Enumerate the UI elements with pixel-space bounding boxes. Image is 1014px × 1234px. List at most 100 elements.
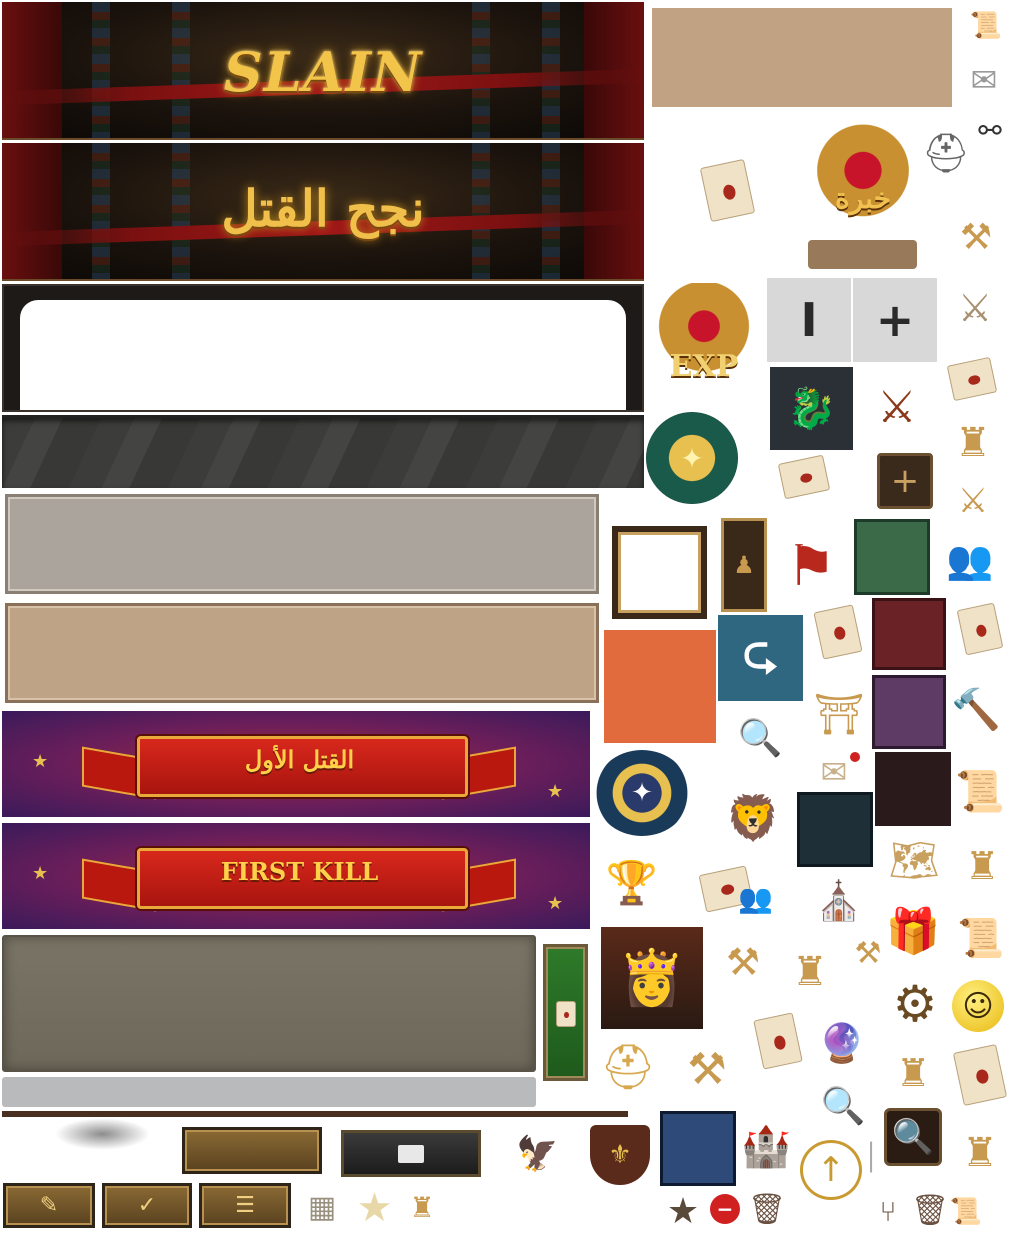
trash-2-icon[interactable]: 🗑: [911, 1190, 949, 1230]
first-kill-banner-ar: ★ ★ القتل الأول: [2, 711, 590, 817]
grey-ornate-panel: [5, 494, 599, 594]
slain-banner-en: SLAIN: [2, 2, 644, 140]
share-icon[interactable]: ⚯: [972, 110, 1008, 150]
exp-shield-badge-icon: EXP: [648, 283, 760, 391]
check-button[interactable]: ✓: [102, 1183, 192, 1228]
edit-button[interactable]: ✎: [3, 1183, 95, 1228]
smiley-icon[interactable]: ☺: [952, 980, 1004, 1032]
catapult-icon: ⚒: [854, 935, 882, 971]
monument-icon: ⛪: [815, 878, 863, 923]
catapult-gem-icon: ⚒: [959, 216, 993, 258]
white-frame-box: [612, 526, 707, 619]
trophy-icon: 🏆: [605, 858, 659, 907]
group-icon: 👥: [946, 537, 994, 582]
tower-gate-icon: ♜: [962, 1130, 998, 1176]
mail-icon: [398, 1144, 424, 1163]
fortress-icon: 🏰: [741, 1123, 791, 1170]
group-badge-icon: 👥: [738, 882, 773, 915]
catapult-purple-orb-icon: 🔮: [818, 1020, 866, 1065]
sealed-letter-icon: [556, 1001, 576, 1027]
gear-icon[interactable]: ⚙: [886, 975, 944, 1033]
edit-icon: ✎: [39, 1193, 59, 1218]
brown-divider: [2, 1111, 628, 1117]
letter-red-gem-icon: [752, 1008, 808, 1080]
orange-swatch: [604, 630, 716, 743]
scroll-seal-icon: 📜: [957, 915, 1005, 960]
temple-icon: ⛩: [813, 691, 865, 738]
no-entry-icon[interactable]: −: [710, 1194, 740, 1224]
gold-star-medal-icon: ✦: [646, 412, 738, 504]
hammer-icon: 🔨: [951, 686, 1001, 733]
sealed-letter-potion-icon: [955, 598, 1007, 668]
star-rating-icon[interactable]: ★: [662, 1190, 704, 1232]
scroll-pin-icon: 📜: [969, 11, 1003, 41]
crossed-swords-icon: ⚔: [957, 286, 993, 330]
group-plaque-icon: ♟: [721, 518, 767, 612]
navy-swatch: [660, 1111, 736, 1186]
branch-share-icon[interactable]: ⑂: [870, 1192, 906, 1230]
armored-warrior-icon: ⚔: [877, 381, 917, 433]
first-kill-title-ar: القتل الأول: [244, 745, 355, 774]
add-button-icon[interactable]: +: [877, 453, 933, 509]
sword-scroll-icon: 📜: [949, 1197, 983, 1227]
griffin-icon: 🦅: [516, 1134, 559, 1174]
upgrade-arrow-icon[interactable]: ↑: [800, 1140, 862, 1200]
minus-tile[interactable]: I: [767, 278, 851, 362]
warrior-woman-portrait-icon: 👸: [601, 927, 703, 1029]
crossed-swords-castle-icon: ⚔: [957, 481, 989, 521]
checklist-button[interactable]: ☰: [199, 1183, 291, 1228]
brown-bar-swatch: [808, 240, 917, 269]
crimson-swatch: [872, 598, 946, 670]
rage-label: خبرة: [835, 182, 891, 215]
tower-icon: ♜: [409, 1191, 435, 1224]
green-mail-panel[interactable]: [543, 944, 588, 1081]
steel-blue-arrow-tile[interactable]: ⮎: [718, 615, 803, 701]
mail-notification-icon[interactable]: ✉: [806, 752, 862, 792]
grey-bar: [2, 1077, 536, 1107]
slate-panel: [2, 415, 644, 488]
castle-sword-icon: ♜: [792, 949, 828, 995]
olive-panel: [2, 935, 536, 1072]
scroll-document-icon: 📜: [955, 768, 1005, 815]
first-kill-banner-en: ★ ★ FIRST KILL: [2, 823, 590, 929]
gold-star-medal-2-icon: ✦: [594, 750, 690, 836]
sealed-letter-large-icon: [952, 1040, 1010, 1112]
magnifier-map-icon[interactable]: 🔍: [812, 1080, 874, 1132]
trash-icon[interactable]: 🗑: [748, 1188, 786, 1230]
dark-maroon-swatch: [875, 752, 951, 826]
knight-helmet-icon: ⛑: [921, 130, 971, 175]
check-icon: ✓: [137, 1193, 157, 1218]
grid-scissors-icon[interactable]: ▦: [297, 1185, 347, 1230]
castle-bush-icon: ♜: [895, 1051, 931, 1095]
bronze-button[interactable]: [182, 1127, 322, 1174]
castle-emblem-icon: ♜: [964, 844, 1000, 888]
notification-dot: [850, 752, 860, 762]
scroll-quill-icon: [690, 155, 765, 225]
green-swatch: [854, 519, 930, 595]
tan-ornate-panel: [5, 603, 599, 703]
slain-banner-ar: نجح القتل: [2, 143, 644, 281]
sealed-letter-horn-icon: [775, 453, 847, 508]
map-scroll-icon: 🗺: [888, 837, 940, 884]
plus-tile[interactable]: +: [853, 278, 937, 362]
letter-group-icon[interactable]: 👥: [698, 864, 776, 920]
shadow-blob: [55, 1118, 150, 1150]
rage-shield-badge-icon: خبرة: [808, 120, 918, 232]
catapult-2-icon: ⚒: [687, 1043, 727, 1095]
scroll-magnifier-icon[interactable]: 🔍: [724, 706, 796, 770]
magnifier-icon[interactable]: 🔍: [884, 1108, 942, 1166]
slain-title: SLAIN: [223, 40, 423, 104]
exp-label: EXP: [669, 349, 739, 384]
tan-swatch: [652, 8, 952, 107]
catapult-orb-icon: ⚒: [725, 940, 761, 984]
checklist-icon: ☰: [235, 1193, 255, 1218]
slain-title-ar: نجح القتل: [221, 179, 425, 238]
first-kill-title-en: FIRST KILL: [220, 857, 379, 886]
dark-mail-button[interactable]: [341, 1130, 481, 1177]
dark-teal-swatch: [797, 792, 873, 867]
open-envelope-icon[interactable]: ✉: [960, 56, 1008, 104]
spartan-helmet-icon: ⛑: [600, 1042, 656, 1093]
pharaoh-warrior-icon: 🦁: [725, 793, 781, 844]
ornate-dark-frame: [2, 284, 644, 412]
star-icon: ★: [356, 1184, 393, 1231]
